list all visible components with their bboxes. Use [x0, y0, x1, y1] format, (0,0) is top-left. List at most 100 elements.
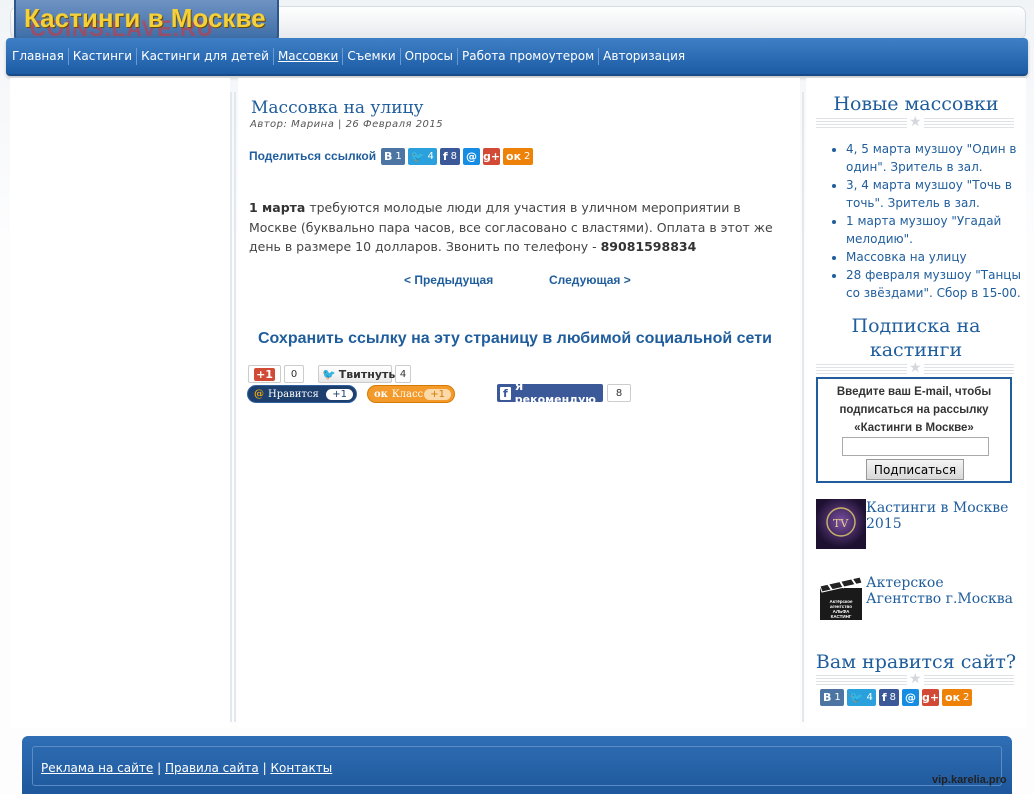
next-article-link[interactable]: Следующая > [549, 273, 631, 287]
clapperboard-icon[interactable]: Актёрское агентство АЛЬФА КАСТИНГ [816, 574, 866, 622]
footer-panel: Реклама на сайте | Правила сайта | Конта… [32, 746, 1002, 786]
site-watermark: vip.karelia.pro [932, 774, 1007, 786]
share-twitter-count: 4 [427, 151, 434, 162]
nav-item-extras[interactable]: Массовки [272, 48, 342, 65]
footer-separator: | [262, 761, 267, 775]
twitter-icon: 🐦 [410, 150, 425, 163]
article-body: 1 марта требуются молодые люди для участ… [249, 198, 779, 257]
share-twitter-count: 4 [866, 692, 873, 703]
subscribe-title: Подписка на кастинги [851, 315, 981, 361]
tweet-label: Твитнуть [338, 367, 396, 381]
share-twitter-button[interactable]: 🐦 4 [407, 148, 437, 165]
share-twitter-button[interactable]: 🐦 4 [846, 689, 876, 706]
title-separator: ★ [816, 114, 1014, 128]
promo-agency-link[interactable]: Актерское Агентство г.Москва [866, 575, 1016, 607]
share-ok-button[interactable]: ок 2 [942, 689, 973, 706]
article-meta: Автор: Марина | 26 Февраля 2015 [250, 119, 444, 130]
title-separator: ★ [816, 671, 1014, 685]
share-vk-button[interactable]: В1 [381, 148, 405, 165]
googleplus-icon: g+ [921, 691, 940, 704]
tweet-count: 4 [395, 365, 411, 383]
footer: Реклама на сайте | Правила сайта | Конта… [22, 736, 1012, 794]
ok-class-button[interactable]: ок Класс +1 [367, 385, 455, 403]
main-nav: Главная Кастинги Кастинги для детей Масс… [6, 38, 1028, 76]
subscribe-button[interactable]: Подписаться [866, 459, 964, 480]
share-label: Поделиться ссылкой [249, 149, 377, 163]
share-googleplus-button[interactable]: g+ [483, 148, 500, 165]
vk-icon: В [823, 691, 832, 704]
subscribe-form: Введите ваш E-mail, чтобы подписаться на… [816, 377, 1012, 483]
twitter-icon: 🐦 [849, 691, 864, 704]
share-ok-button[interactable]: ок 2 [503, 148, 534, 165]
news-item[interactable]: Массовка на улицу [846, 248, 1026, 266]
article-phone: 89081598834 [600, 239, 697, 254]
star-icon: ★ [907, 113, 924, 129]
share-ok-count: 2 [524, 151, 531, 162]
left-column [10, 78, 230, 728]
fb-recommend-button[interactable]: fЯ рекомендую [497, 380, 603, 406]
share-vk-count: 1 [834, 692, 841, 703]
mailru-icon: @ [466, 150, 478, 163]
news-item[interactable]: 4, 5 марта музшоу "Один в один". Зритель… [846, 140, 1026, 176]
fb-recommend-count: 8 [607, 384, 631, 402]
twitter-bird-icon: 🐦 [322, 367, 336, 381]
nav-item-kids-castings[interactable]: Кастинги для детей [136, 48, 273, 65]
tweet-button[interactable]: 🐦 Твитнуть [318, 365, 395, 383]
mailru-like-count: +1 [326, 388, 353, 400]
ok-class-count: +1 [424, 388, 451, 400]
email-input[interactable] [842, 437, 989, 456]
share-facebook-count: 8 [889, 692, 897, 703]
site-logo[interactable]: COINS.LAVE.RU Кастинги в Москве [14, 0, 279, 42]
footer-rules-link[interactable]: Правила сайта [165, 761, 259, 775]
save-link-title: Сохранить ссылку на эту страницу в любим… [258, 330, 772, 347]
sidebar: Новые массовки ★ 4, 5 марта музшоу "Один… [806, 78, 1026, 728]
share-facebook-button[interactable]: f8 [878, 689, 900, 706]
gplus-one-count: 0 [284, 365, 304, 383]
promo-castings-2015-link[interactable]: Кастинги в Москве 2015 [866, 500, 1016, 532]
share-facebook-count: 8 [450, 151, 458, 162]
subscribe-text: Введите ваш E-mail, чтобы подписаться на… [836, 386, 992, 434]
share-vk-count: 1 [395, 151, 402, 162]
news-item[interactable]: 1 марта музшоу "Угадай мелодию". [846, 212, 1026, 248]
share-facebook-button[interactable]: f8 [439, 148, 461, 165]
nav-item-promoter-jobs[interactable]: Работа промоутером [456, 48, 598, 65]
article-title[interactable]: Массовка на улицу [251, 98, 424, 118]
facebook-icon: f [442, 150, 448, 163]
footer-separator: | [157, 761, 162, 775]
share-googleplus-button[interactable]: g+ [922, 689, 939, 706]
footer-links: Реклама на сайте | Правила сайта | Конта… [41, 761, 332, 775]
mailru-like-button[interactable]: @ Нравится +1 [247, 385, 357, 403]
tv-logo-image[interactable]: TV [816, 499, 866, 549]
clapperboard-text: Актёрское агентство АЛЬФА КАСТИНГ [829, 599, 853, 619]
star-icon: ★ [907, 359, 924, 375]
gplus-one-label: +1 [254, 367, 275, 381]
mailru-like-label: Нравится [268, 388, 319, 400]
nav-item-home[interactable]: Главная [8, 48, 68, 65]
title-separator: ★ [816, 360, 1014, 374]
nav-item-polls[interactable]: Опросы [399, 48, 457, 65]
news-item[interactable]: 3, 4 марта музшоу "Точь в точь". Зритель… [846, 176, 1026, 212]
footer-contacts-link[interactable]: Контакты [270, 761, 332, 775]
article-date: 1 марта [249, 200, 306, 215]
prev-article-link[interactable]: < Предыдущая [404, 273, 493, 287]
odnoklassniki-icon: ок [506, 150, 522, 163]
share-ok-count: 2 [963, 692, 970, 703]
nav-item-shootings[interactable]: Съемки [342, 48, 399, 65]
googleplus-icon: g+ [482, 150, 501, 163]
footer-ads-link[interactable]: Реклама на сайте [41, 761, 153, 775]
fb-recommend-label: Я рекомендую [514, 380, 596, 406]
gplus-one-button[interactable]: +1 [248, 365, 281, 383]
facebook-icon: f [881, 691, 887, 704]
share-mailru-button[interactable]: @ [902, 689, 920, 706]
article: Массовка на улицу Автор: Марина | 26 Фев… [238, 78, 800, 728]
nav-item-castings[interactable]: Кастинги [67, 48, 136, 65]
share-mailru-button[interactable]: @ [463, 148, 481, 165]
ok-class-label: Класс [391, 388, 424, 400]
share-vk-button[interactable]: В1 [820, 689, 844, 706]
odnoklassniki-icon: ок [945, 691, 961, 704]
facebook-f-icon: f [500, 386, 511, 400]
column-divider-left [230, 92, 238, 722]
share-bar-sidebar: В1 🐦 4 f8 @ g+ ок 2 [820, 689, 973, 706]
nav-item-login[interactable]: Авторизация [598, 48, 689, 65]
news-item[interactable]: 28 февраля музшоу "Танцы со звёздами". С… [846, 266, 1026, 302]
